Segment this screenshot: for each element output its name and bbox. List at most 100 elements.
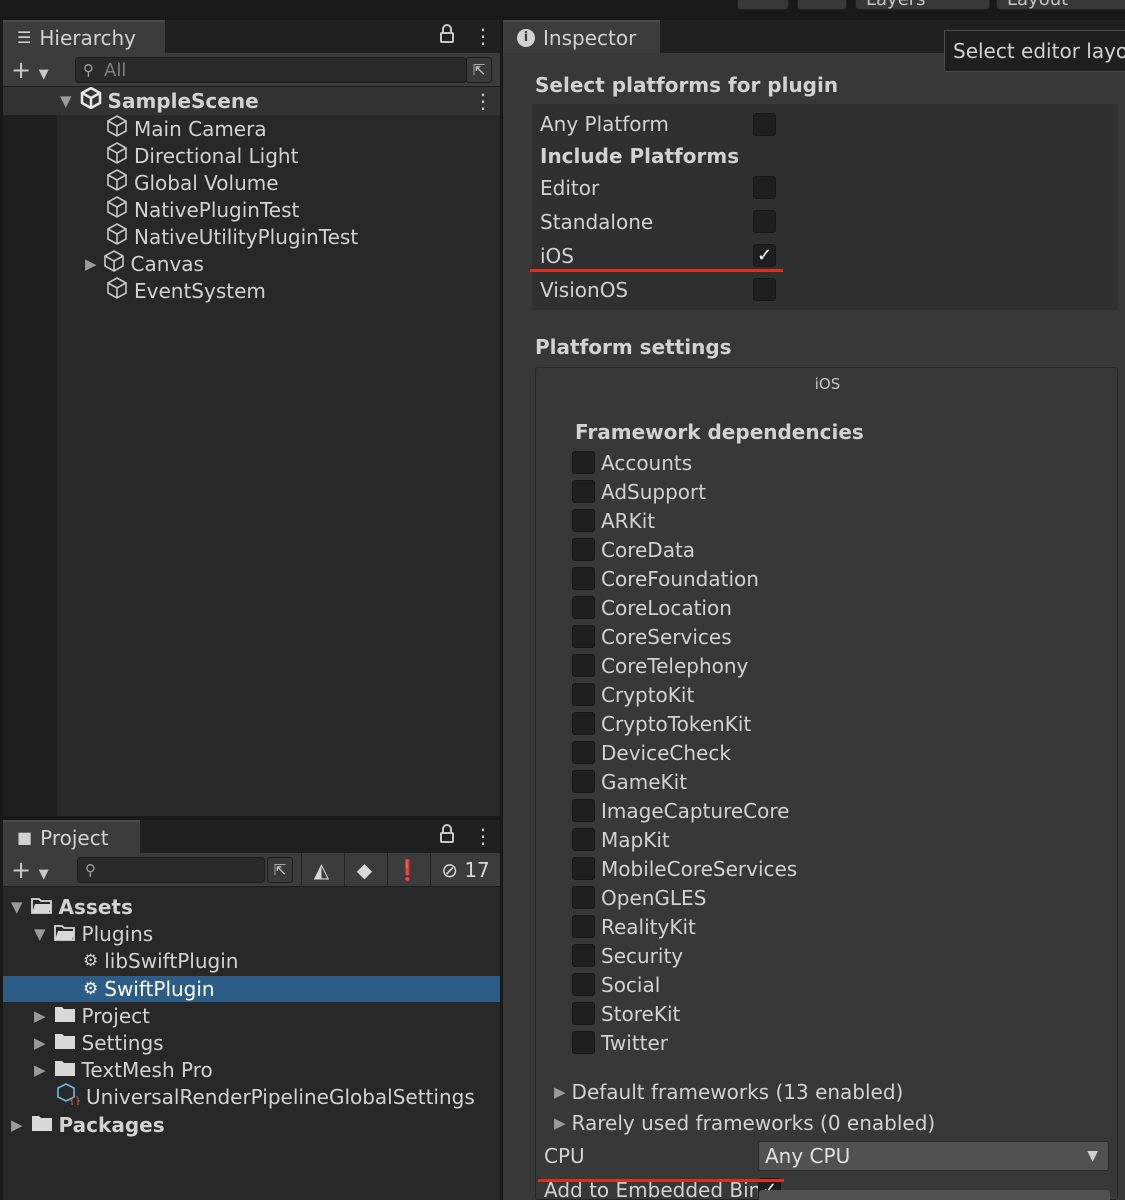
expand-arrow-icon[interactable]: ▶ [85, 255, 97, 273]
project-folder-plugins[interactable]: ▼ Plugins [34, 920, 153, 947]
framework-checkbox[interactable] [572, 944, 595, 967]
project-asset-libswiftplugin[interactable]: ⚙ libSwiftPlugin [83, 947, 238, 974]
framework-row[interactable]: ImageCaptureCore [572, 797, 789, 824]
layout-dropdown[interactable]: Layout [996, 0, 1125, 10]
project-folder-settings[interactable]: ▶ Settings [34, 1029, 164, 1056]
framework-row[interactable]: Accounts [572, 449, 692, 476]
framework-row[interactable]: OpenGLES [572, 884, 706, 911]
search-toolbar-button[interactable] [797, 0, 847, 10]
framework-checkbox[interactable] [572, 538, 595, 561]
hierarchy-item[interactable]: Directional Light [106, 142, 298, 169]
framework-checkbox[interactable] [572, 770, 595, 793]
framework-row[interactable]: DeviceCheck [572, 739, 731, 766]
expand-arrow-icon[interactable]: ▶ [34, 1034, 46, 1052]
filter-by-type-icon[interactable]: ◭ [301, 853, 341, 887]
tab-hierarchy[interactable]: ☰ Hierarchy [3, 20, 165, 53]
tab-inspector[interactable]: i Inspector [503, 20, 660, 53]
framework-checkbox[interactable] [572, 741, 595, 764]
framework-checkbox[interactable] [572, 451, 595, 474]
project-asset-swiftplugin[interactable]: ⚙ SwiftPlugin [83, 975, 215, 1002]
history-button[interactable] [737, 0, 789, 10]
framework-row[interactable]: CoreFoundation [572, 565, 759, 592]
framework-checkbox[interactable] [572, 886, 595, 909]
hierarchy-item[interactable]: Main Camera [106, 115, 267, 142]
kebab-menu-icon[interactable]: ⋮ [473, 824, 493, 848]
framework-checkbox[interactable] [572, 712, 595, 735]
framework-row[interactable]: MapKit [572, 826, 670, 853]
platform-checkbox-standalone[interactable] [753, 210, 776, 233]
project-folder-project[interactable]: ▶ Project [34, 1002, 150, 1029]
framework-row[interactable]: RealityKit [572, 913, 696, 940]
project-asset-urp-settings[interactable]: {} UniversalRenderPipelineGlobalSettings [56, 1083, 475, 1110]
framework-row[interactable]: CryptoKit [572, 681, 694, 708]
framework-row[interactable]: CryptoTokenKit [572, 710, 751, 737]
project-folder-assets[interactable]: ▼ Assets [11, 893, 133, 920]
expand-arrow-icon[interactable]: ▼ [11, 898, 23, 916]
expand-arrow-icon[interactable]: ▼ [60, 92, 72, 110]
project-folder-textmeshpro[interactable]: ▶ TextMesh Pro [34, 1056, 213, 1083]
hierarchy-search-input[interactable]: ⚲ All [75, 57, 467, 83]
framework-row[interactable]: Social [572, 971, 660, 998]
layers-dropdown[interactable]: Layers [855, 0, 990, 10]
lock-icon[interactable] [439, 824, 455, 849]
default-frameworks-foldout[interactable]: ▶ Default frameworks (13 enabled) [554, 1080, 903, 1104]
framework-row[interactable]: MobileCoreServices [572, 855, 797, 882]
framework-row[interactable]: CoreLocation [572, 594, 732, 621]
kebab-menu-icon[interactable]: ⋮ [473, 24, 493, 48]
framework-checkbox[interactable] [572, 654, 595, 677]
framework-row[interactable]: CoreTelephony [572, 652, 748, 679]
filter-by-label-icon[interactable]: ◆ [344, 853, 384, 887]
hierarchy-item[interactable]: NativeUtilityPluginTest [106, 223, 358, 250]
hierarchy-item[interactable]: ▶ Canvas [85, 250, 204, 277]
framework-checkbox[interactable] [572, 973, 595, 996]
any-platform-checkbox[interactable] [753, 113, 776, 136]
info-icon: i [517, 28, 535, 47]
framework-checkbox[interactable] [572, 799, 595, 822]
expand-arrow-icon[interactable]: ▶ [34, 1061, 46, 1079]
framework-checkbox[interactable] [572, 857, 595, 880]
framework-checkbox[interactable] [572, 683, 595, 706]
create-dropdown-button[interactable]: + ▼ [11, 56, 49, 84]
framework-checkbox[interactable] [572, 915, 595, 938]
framework-checkbox[interactable] [572, 480, 595, 503]
framework-row[interactable]: ARKit [572, 507, 655, 534]
project-search-input[interactable]: ⚲ [77, 857, 265, 883]
platform-checkbox-visionos[interactable] [753, 278, 776, 301]
framework-row[interactable]: GameKit [572, 768, 687, 795]
scene-menu-icon[interactable]: ⋮ [473, 89, 493, 113]
framework-row[interactable]: Twitter [572, 1029, 668, 1056]
hidden-packages-button[interactable]: ⊘ 17 [430, 853, 500, 887]
platform-tab-ios[interactable]: iOS [536, 368, 1119, 400]
framework-checkbox[interactable] [572, 509, 595, 532]
expand-arrow-icon[interactable]: ▼ [34, 925, 46, 943]
framework-checkbox[interactable] [572, 567, 595, 590]
hierarchy-item[interactable]: NativePluginTest [106, 196, 299, 223]
plugin-puzzle-icon: ⚙ [83, 950, 99, 971]
expand-arrow-icon[interactable]: ▶ [11, 1116, 23, 1134]
framework-row[interactable]: AdSupport [572, 478, 706, 505]
framework-row[interactable]: CoreData [572, 536, 695, 563]
search-scope-icon[interactable]: ⇱ [267, 857, 293, 883]
framework-checkbox[interactable] [572, 596, 595, 619]
framework-row[interactable]: CoreServices [572, 623, 732, 650]
hierarchy-item[interactable]: Global Volume [106, 169, 279, 196]
cpu-dropdown[interactable]: Any CPU ▼ [758, 1141, 1109, 1171]
framework-checkbox[interactable] [572, 828, 595, 851]
tab-project[interactable]: ■ Project [3, 820, 140, 853]
scene-row[interactable]: ▼ SampleScene ⋮ [3, 86, 500, 115]
hierarchy-item[interactable]: EventSystem [106, 277, 266, 304]
framework-checkbox[interactable] [572, 625, 595, 648]
framework-row[interactable]: StoreKit [572, 1000, 680, 1027]
platform-checkbox-ios[interactable]: ✓ [753, 244, 776, 267]
project-folder-packages[interactable]: ▶ Packages [11, 1111, 165, 1138]
create-dropdown-button[interactable]: + ▼ [11, 856, 49, 884]
framework-checkbox[interactable] [572, 1002, 595, 1025]
lock-icon[interactable] [439, 24, 455, 49]
platform-checkbox-editor[interactable] [753, 176, 776, 199]
scene-visibility-icon[interactable]: ⇱ [466, 57, 492, 83]
framework-row[interactable]: Security [572, 942, 683, 969]
warning-icon[interactable]: ❗ [387, 853, 427, 887]
expand-arrow-icon[interactable]: ▶ [34, 1007, 46, 1025]
rarely-used-frameworks-foldout[interactable]: ▶ Rarely used frameworks (0 enabled) [554, 1111, 935, 1135]
framework-checkbox[interactable] [572, 1031, 595, 1054]
